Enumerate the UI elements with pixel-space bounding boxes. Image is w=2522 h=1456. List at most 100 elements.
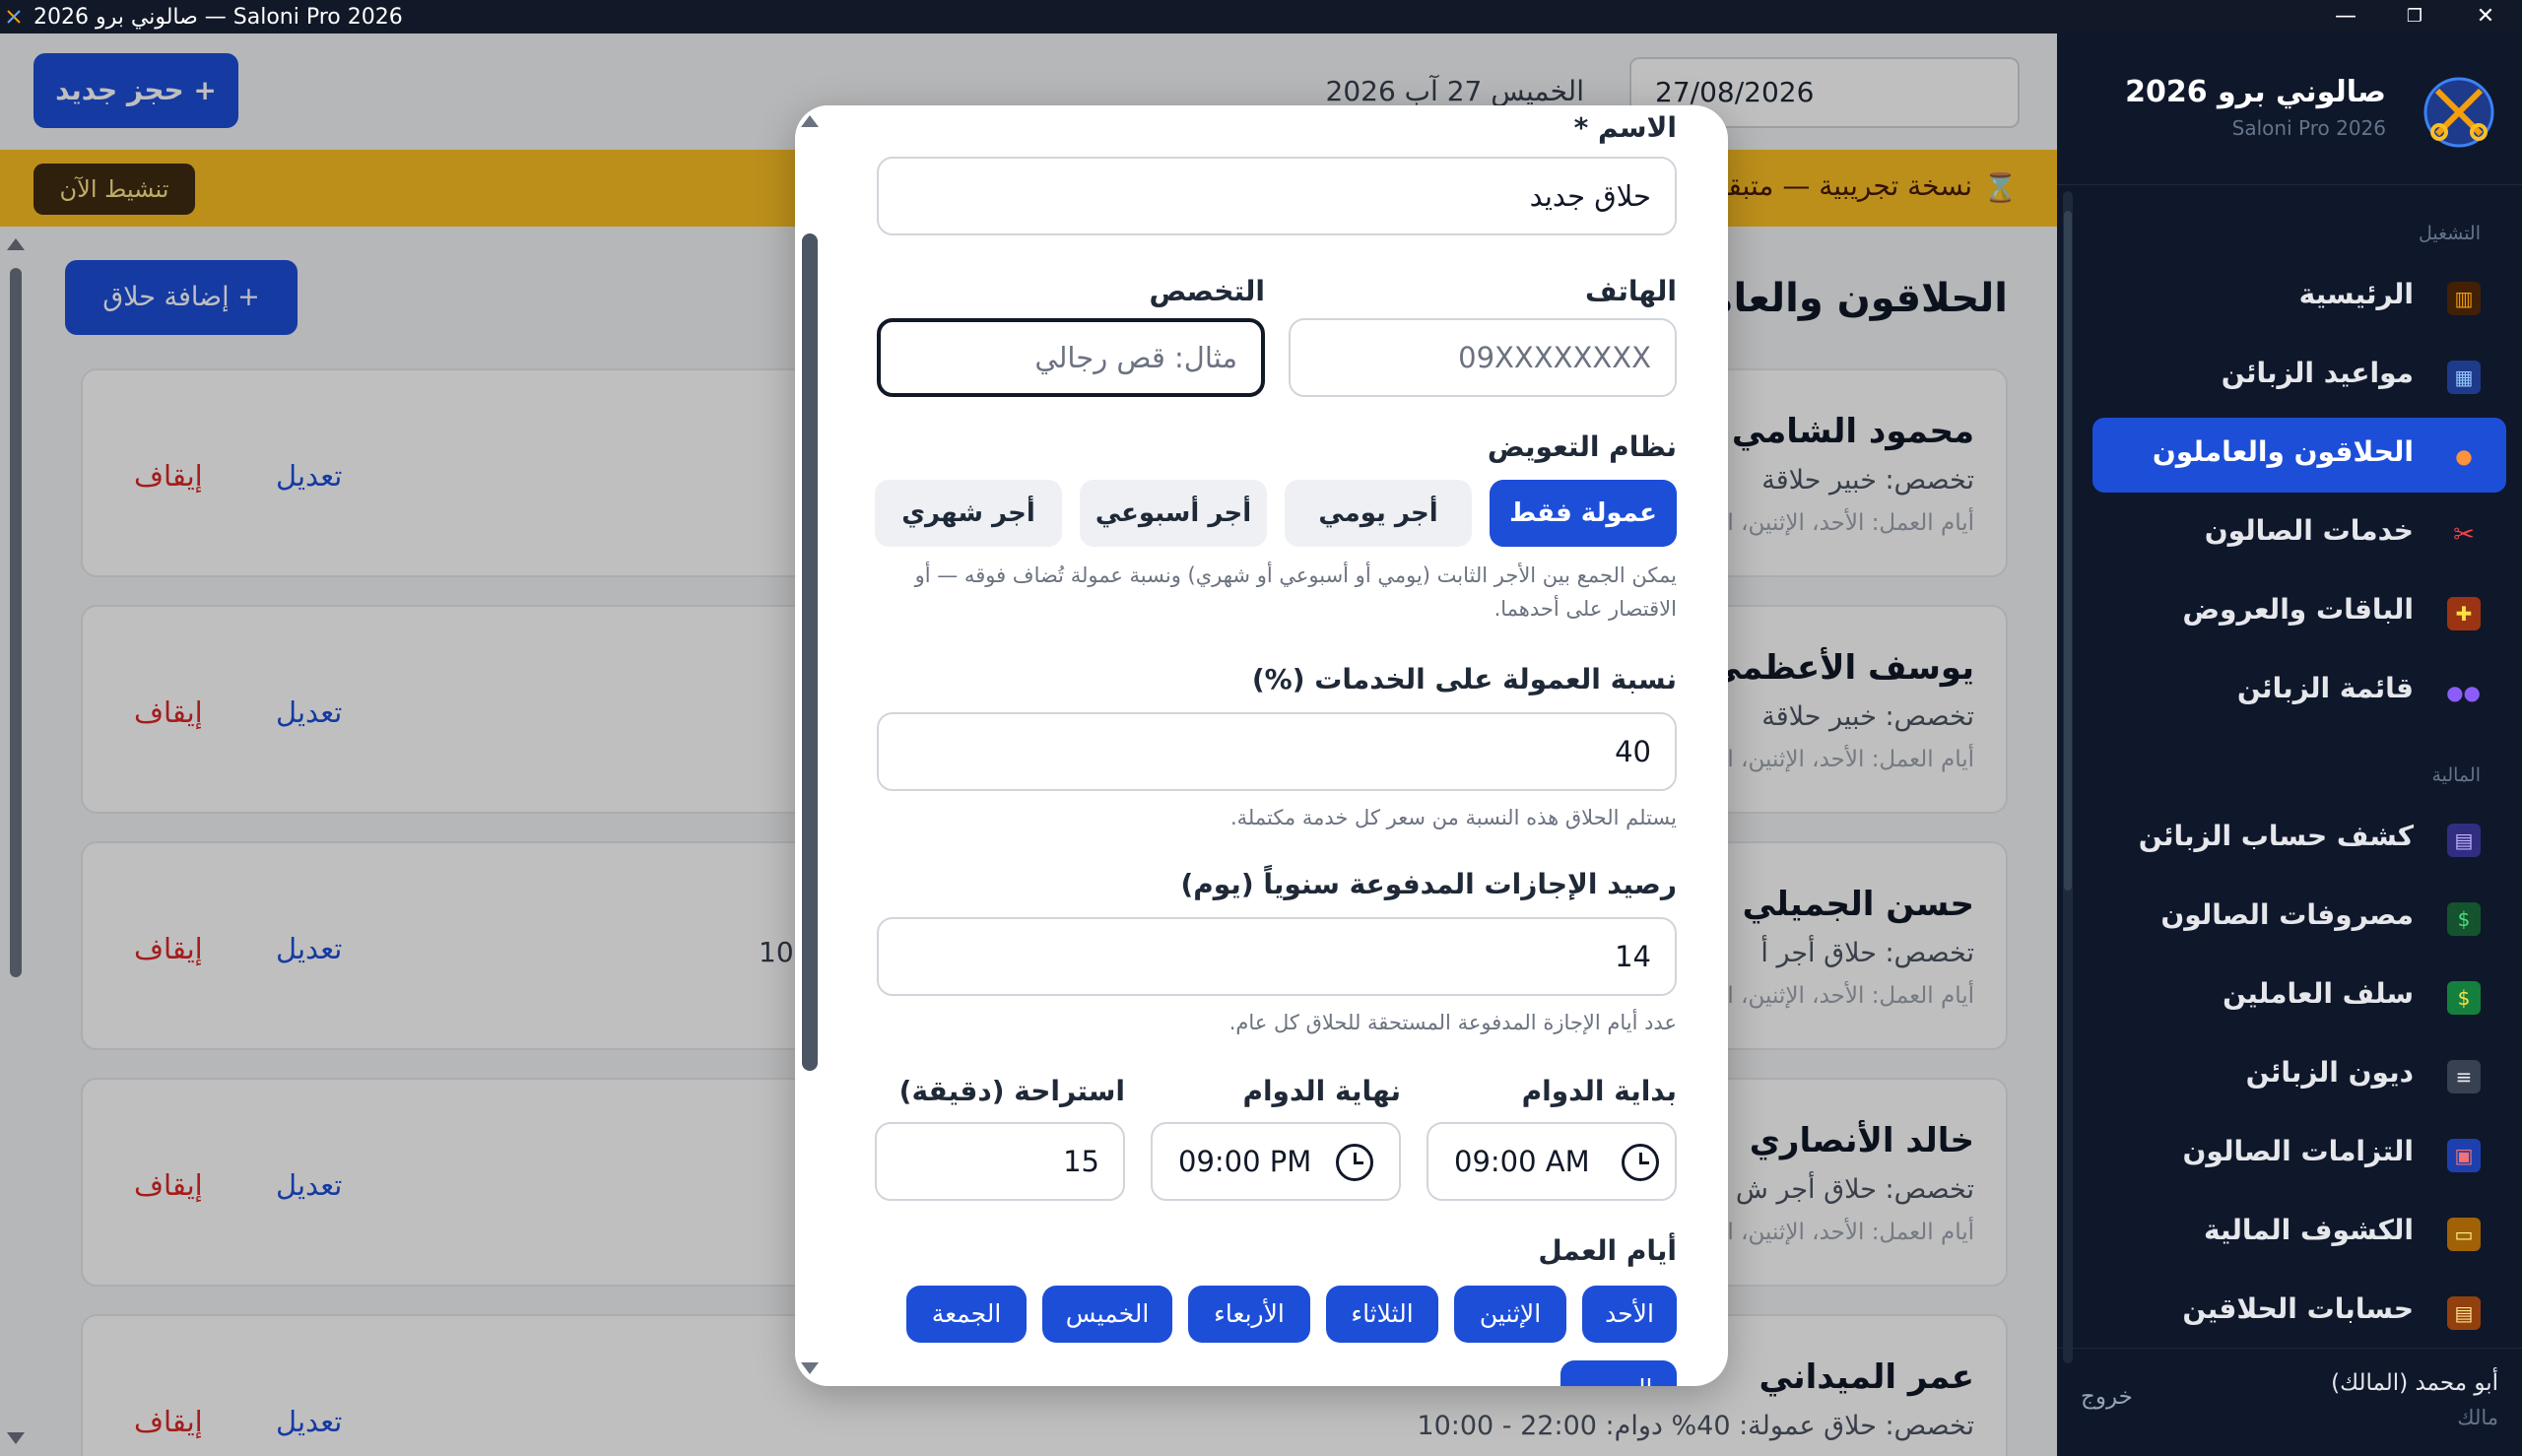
compensation-weekly-option[interactable]: أجر أسبوعي (1080, 480, 1267, 547)
name-input[interactable]: حلاق جديد (877, 157, 1677, 235)
user-icon: ● (2455, 444, 2473, 468)
compensation-daily-option[interactable]: أجر يومي (1285, 480, 1472, 547)
add-barber-dialog: الاسم * حلاق جديد الهاتف 09XXXXXXXX التخ… (795, 105, 1728, 1386)
ledger-icon: ▤ (2447, 824, 2481, 857)
minimize-button[interactable]: — (2313, 0, 2378, 33)
salon-logo-icon (2423, 77, 2494, 148)
specialty-placeholder: مثال: قص رجالي (1034, 341, 1237, 374)
money-wings-icon: $ (2447, 902, 2481, 936)
compensation-hint: يمكن الجمع بين الأجر الثابت (يومي أو أسب… (914, 563, 1677, 621)
brand-subtitle: Saloni Pro 2026 (2231, 116, 2386, 140)
sidebar-item-label: مواعيد الزبائن (2221, 357, 2414, 389)
sidebar-item-services[interactable]: ✂ خدمات الصالون (2092, 496, 2506, 571)
sidebar-footer: أبو محمد (المالك) مالك خروج (2057, 1348, 2522, 1456)
inbox-icon: ▣ (2447, 1139, 2481, 1172)
sidebar-item-label: الحلاقون والعاملون (2152, 435, 2414, 468)
user-name: أبو محمد (المالك) (2331, 1370, 2498, 1396)
workday-saturday-toggle[interactable]: السبت (1560, 1360, 1677, 1386)
dialog-scroll-up-arrow-icon[interactable] (801, 115, 819, 127)
commission-input[interactable]: 40 (877, 712, 1677, 791)
specialty-label: التخصص (1149, 275, 1265, 307)
sidebar-scrollbar-thumb[interactable] (2064, 211, 2072, 891)
bar-chart-icon: ▥ (2447, 282, 2481, 315)
workday-friday-toggle[interactable]: الجمعة (906, 1286, 1027, 1343)
leave-balance-hint: عدد أيام الإجازة المدفوعة المستحقة للحلا… (1228, 1011, 1677, 1034)
sidebar-item-label: مصروفات الصالون (2160, 898, 2414, 931)
sidebar-item-label: سلف العاملين (2223, 977, 2414, 1010)
dialog-scrollbar-thumb[interactable] (802, 233, 818, 1071)
clipboard-icon: ▤ (2447, 1296, 2481, 1330)
app-icon (7, 10, 21, 24)
phone-label: الهاتف (1585, 275, 1677, 307)
phone-placeholder: 09XXXXXXXX (1458, 341, 1651, 374)
sidebar-item-label: الباقات والعروض (2182, 593, 2414, 626)
sidebar: صالوني برو 2026 Saloni Pro 2026 التشغيل … (2057, 33, 2522, 1456)
scissors-icon: ✂ (2453, 520, 2475, 550)
clock-icon (1336, 1144, 1373, 1181)
workdays-label: أيام العمل (1538, 1234, 1677, 1267)
dialog-scroll-down-arrow-icon[interactable] (801, 1362, 819, 1374)
sidebar-item-appointments[interactable]: ▦ مواعيد الزبائن (2092, 339, 2506, 414)
sidebar-item-expenses[interactable]: $ مصروفات الصالون (2092, 881, 2506, 956)
break-minutes-input[interactable]: 15 (875, 1122, 1125, 1201)
compensation-label: نظام التعويض (1487, 430, 1677, 463)
cash-icon: $ (2447, 981, 2481, 1015)
sidebar-item-label: حسابات الحلاقين (2182, 1292, 2414, 1325)
window-title: صالوني برو 2026 — Saloni Pro 2026 (33, 5, 403, 30)
sidebar-item-label: التزامات الصالون (2182, 1135, 2414, 1167)
compensation-monthly-option[interactable]: أجر شهري (875, 480, 1062, 547)
shift-end-input[interactable]: 09:00 PM (1151, 1122, 1401, 1201)
sidebar-header: صالوني برو 2026 Saloni Pro 2026 (2057, 33, 2522, 185)
sidebar-item-obligations[interactable]: ▣ التزامات الصالون (2092, 1117, 2506, 1192)
receipt-icon: ≡ (2447, 1060, 2481, 1093)
folder-icon: ▭ (2447, 1218, 2481, 1251)
logout-button[interactable]: خروج (2081, 1384, 2133, 1410)
workday-wednesday-toggle[interactable]: الأربعاء (1188, 1286, 1310, 1343)
sidebar-item-customers[interactable]: ●● قائمة الزبائن (2092, 654, 2506, 729)
users-icon: ●● (2446, 681, 2481, 704)
user-role: مالك (2457, 1406, 2498, 1429)
specialty-input[interactable]: مثال: قص رجالي (877, 318, 1265, 397)
section-operation-label: التشغيل (2418, 223, 2481, 244)
sidebar-item-packages[interactable]: ✚ الباقات والعروض (2092, 575, 2506, 650)
sidebar-item-barbers[interactable]: ● الحلاقون والعاملون (2092, 418, 2506, 493)
break-label: استراحة (دقيقة) (898, 1075, 1125, 1107)
dialog-scrollbar[interactable] (795, 105, 825, 1386)
sidebar-item-debts[interactable]: ≡ ديون الزبائن (2092, 1038, 2506, 1113)
maximize-button[interactable]: ❐ (2382, 0, 2447, 33)
sidebar-item-financial-reports[interactable]: ▭ الكشوف المالية (2092, 1196, 2506, 1271)
leave-balance-label: رصيد الإجازات المدفوعة سنوياً (يوم) (1180, 868, 1677, 900)
compensation-commission-only-option[interactable]: عمولة فقط (1490, 480, 1677, 547)
sidebar-item-barber-accounts[interactable]: ▤ حسابات الحلاقين (2092, 1275, 2506, 1350)
workday-thursday-toggle[interactable]: الخميس (1042, 1286, 1172, 1343)
calendar-icon: ▦ (2447, 361, 2481, 394)
sidebar-item-customer-statement[interactable]: ▤ كشف حساب الزبائن (2092, 802, 2506, 877)
workday-sunday-toggle[interactable]: الأحد (1582, 1286, 1677, 1343)
shift-start-input[interactable]: 09:00 AM (1427, 1122, 1677, 1201)
sidebar-item-label: قائمة الزبائن (2236, 672, 2414, 704)
workday-monday-toggle[interactable]: الإثنين (1454, 1286, 1566, 1343)
section-finance-label: المالية (2431, 764, 2481, 786)
name-label: الاسم * (1573, 111, 1677, 144)
sidebar-item-label: الرئيسية (2298, 278, 2414, 310)
sidebar-item-label: كشف حساب الزبائن (2138, 820, 2414, 852)
sidebar-item-label: خدمات الصالون (2204, 514, 2414, 547)
sidebar-item-home[interactable]: ▥ الرئيسية (2092, 260, 2506, 335)
sidebar-item-label: ديون الزبائن (2245, 1056, 2414, 1089)
close-window-button[interactable]: ✕ (2453, 0, 2518, 33)
shift-end-value: 09:00 PM (1178, 1145, 1312, 1178)
commission-label: نسبة العمولة على الخدمات (%) (1251, 663, 1677, 695)
shift-start-label: بداية الدوام (1521, 1075, 1677, 1107)
sidebar-scrollbar[interactable] (2063, 191, 2073, 1363)
workday-tuesday-toggle[interactable]: الثلاثاء (1326, 1286, 1438, 1343)
window-titlebar: صالوني برو 2026 — Saloni Pro 2026 — ❐ ✕ (0, 0, 2522, 33)
commission-hint: يستلم الحلاق هذه النسبة من سعر كل خدمة م… (1229, 806, 1677, 829)
shift-start-value: 09:00 AM (1454, 1145, 1590, 1178)
clock-icon (1622, 1144, 1659, 1181)
sidebar-item-label: الكشوف المالية (2203, 1214, 2414, 1246)
leave-balance-input[interactable]: 14 (877, 917, 1677, 996)
phone-input[interactable]: 09XXXXXXXX (1289, 318, 1677, 397)
shift-end-label: نهاية الدوام (1242, 1075, 1401, 1107)
sidebar-item-advances[interactable]: $ سلف العاملين (2092, 960, 2506, 1034)
brand-title: صالوني برو 2026 (2125, 75, 2386, 109)
